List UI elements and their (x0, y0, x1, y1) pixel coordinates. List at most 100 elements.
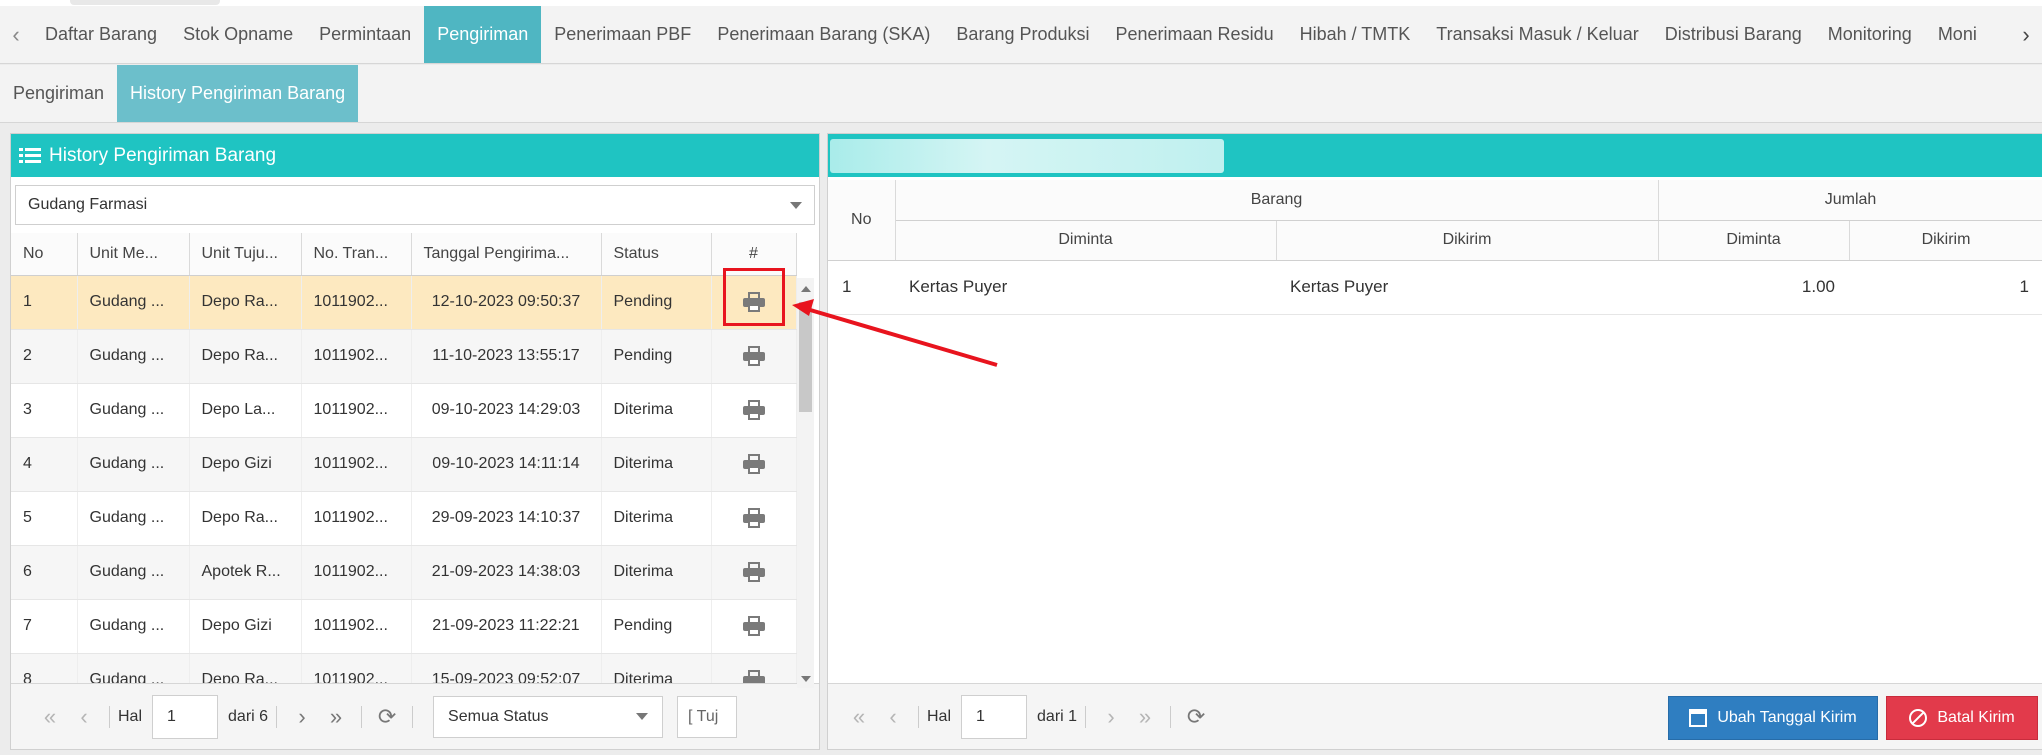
cell-no-tran: 1011902... (301, 545, 412, 600)
tab-moni-truncated[interactable]: Moni (1925, 6, 1990, 63)
table-row[interactable]: 7 Gudang ... Depo Gizi 1011902... 21-09-… (11, 599, 797, 654)
prev-page-icon[interactable]: ‹ (67, 704, 101, 730)
print-icon[interactable] (742, 346, 765, 366)
batal-kirim-button[interactable]: Batal Kirim (1886, 696, 2038, 740)
table-row[interactable]: 3 Gudang ... Depo La... 1011902... 09-10… (11, 383, 797, 438)
cell-unit-me: Gudang ... (77, 275, 190, 330)
print-icon[interactable] (742, 562, 765, 582)
col-no[interactable]: No (11, 233, 78, 276)
prev-page-icon[interactable]: ‹ (876, 704, 910, 730)
col-unit-tuju[interactable]: Unit Tuju... (189, 233, 302, 276)
print-icon[interactable] (742, 400, 765, 420)
tab-stok-opname[interactable]: Stok Opname (170, 6, 306, 63)
pager-divider (276, 705, 278, 728)
tab-distribusi-barang[interactable]: Distribusi Barang (1652, 6, 1815, 63)
first-page-icon[interactable]: « (33, 704, 67, 730)
status-badge: Pending (601, 275, 712, 330)
tab-barang-produksi[interactable]: Barang Produksi (943, 6, 1102, 63)
col-group-barang: Barang (895, 180, 1659, 221)
tab-pengiriman[interactable]: Pengiriman (424, 6, 542, 63)
calendar-icon (1689, 709, 1708, 727)
col-tanggal[interactable]: Tanggal Pengirima... (411, 233, 602, 276)
print-button[interactable] (711, 437, 797, 492)
tabs-scroll-right-icon[interactable]: › (2010, 6, 2042, 63)
pager-divider (361, 705, 363, 728)
cell-unit-tuju: Depo Ra... (189, 653, 302, 683)
col-no-tran[interactable]: No. Tran... (301, 233, 412, 276)
ubah-tanggal-kirim-button[interactable]: Ubah Tanggal Kirim (1668, 696, 1878, 740)
detail-table: No Barang Jumlah Diminta Dikirim Diminta… (828, 180, 2042, 315)
subtab-history-pengiriman[interactable]: History Pengiriman Barang (117, 65, 359, 122)
cell-unit-tuju: Depo Ra... (189, 275, 302, 330)
cell-unit-me: Gudang ... (77, 329, 190, 384)
next-page-icon[interactable]: › (1094, 704, 1128, 730)
tab-monitoring[interactable]: Monitoring (1815, 6, 1925, 63)
cell-no-tran: 1011902... (301, 383, 412, 438)
refresh-icon[interactable]: ⟳ (370, 704, 404, 730)
table-row[interactable]: 1 Kertas Puyer Kertas Puyer 1.00 1 (828, 260, 2042, 315)
status-badge: Diterima (601, 545, 712, 600)
cell-no-tran: 1011902... (301, 599, 412, 654)
print-button[interactable] (711, 491, 797, 546)
pager-divider (412, 705, 414, 728)
tab-penerimaan-barang-ska[interactable]: Penerimaan Barang (SKA) (704, 6, 943, 63)
print-button[interactable] (711, 545, 797, 600)
print-button[interactable] (711, 599, 797, 654)
print-button[interactable] (711, 383, 797, 438)
tab-permintaan[interactable]: Permintaan (306, 6, 424, 63)
print-button[interactable] (711, 329, 797, 384)
subtab-pengiriman[interactable]: Pengiriman (0, 65, 117, 122)
first-page-icon[interactable]: « (842, 704, 876, 730)
scroll-up-icon[interactable] (801, 286, 811, 292)
gudang-select-value: Gudang Farmasi (28, 196, 148, 213)
tujuan-filter-select[interactable]: [ Tuj (677, 695, 738, 738)
scroll-thumb[interactable] (799, 302, 812, 412)
table-row[interactable]: 4 Gudang ... Depo Gizi 1011902... 09-10-… (11, 437, 797, 492)
sub-tabs: Pengiriman History Pengiriman Barang (0, 65, 2042, 123)
print-button[interactable] (711, 653, 797, 683)
next-page-icon[interactable]: › (285, 704, 319, 730)
chevron-down-icon (790, 201, 802, 209)
col-unit-me[interactable]: Unit Me... (77, 233, 190, 276)
cell-tanggal: 21-09-2023 11:22:21 (411, 599, 602, 654)
print-icon[interactable] (742, 670, 765, 683)
print-icon[interactable] (742, 508, 765, 528)
history-scrollbar[interactable] (797, 278, 814, 688)
tab-daftar-barang[interactable]: Daftar Barang (32, 6, 170, 63)
last-page-icon[interactable]: » (319, 704, 353, 730)
print-icon[interactable] (742, 454, 765, 474)
cell-jumlah-dikirim: 1 (1849, 260, 2042, 315)
history-pager: « ‹ Hal 1 dari 6 › » ⟳ Semua Status [ Tu… (11, 683, 819, 749)
status-badge: Pending (601, 599, 712, 654)
refresh-icon[interactable]: ⟳ (1179, 704, 1213, 730)
col-status[interactable]: Status (601, 233, 712, 276)
table-row[interactable]: 6 Gudang ... Apotek R... 1011902... 21-0… (11, 545, 797, 600)
cell-no: 4 (11, 437, 78, 492)
gudang-select[interactable]: Gudang Farmasi (15, 185, 815, 225)
last-page-icon[interactable]: » (1128, 704, 1162, 730)
cell-unit-me: Gudang ... (77, 545, 190, 600)
list-icon (19, 147, 41, 165)
page-input[interactable]: 1 (152, 694, 219, 739)
tab-transaksi-masuk-keluar[interactable]: Transaksi Masuk / Keluar (1423, 6, 1651, 63)
page-input[interactable]: 1 (961, 694, 1028, 739)
print-icon[interactable] (742, 616, 765, 636)
pager-divider (918, 705, 919, 728)
col-no: No (828, 180, 896, 261)
cell-no-tran: 1011902... (301, 437, 412, 492)
scroll-down-icon[interactable] (801, 676, 811, 682)
history-grid: No Unit Me... Unit Tuju... No. Tran... T… (11, 233, 819, 683)
tab-hibah-tmtk[interactable]: Hibah / TMTK (1287, 6, 1424, 63)
cell-tanggal: 12-10-2023 09:50:37 (411, 275, 602, 330)
cell-unit-tuju: Depo Ra... (189, 329, 302, 384)
table-row[interactable]: 2 Gudang ... Depo Ra... 1011902... 11-10… (11, 329, 797, 384)
tabs-scroll-left-icon[interactable]: ‹ (0, 6, 32, 63)
cell-tanggal: 11-10-2023 13:55:17 (411, 329, 602, 384)
table-row[interactable]: 8 Gudang ... Depo Ra... 1011902... 15-09… (11, 653, 797, 683)
table-row[interactable]: 1 Gudang ... Depo Ra... 1011902... 12-10… (11, 275, 797, 330)
table-row[interactable]: 5 Gudang ... Depo Ra... 1011902... 29-09… (11, 491, 797, 546)
tab-penerimaan-residu[interactable]: Penerimaan Residu (1103, 6, 1287, 63)
status-filter-select[interactable]: Semua Status (433, 695, 664, 738)
tab-penerimaan-pbf[interactable]: Penerimaan PBF (541, 6, 704, 63)
cell-unit-tuju: Depo Ra... (189, 491, 302, 546)
